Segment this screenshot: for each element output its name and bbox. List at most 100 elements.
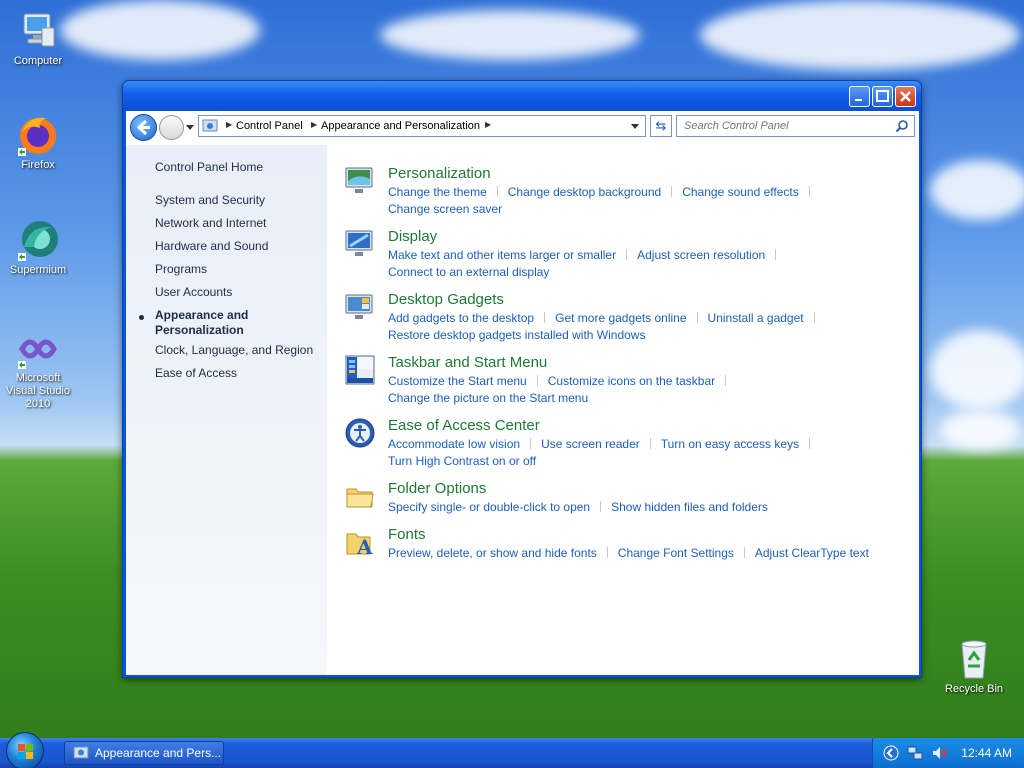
taskbar: Appearance and Pers... 12:44 AM	[0, 732, 1024, 768]
breadcrumb-control-panel[interactable]: Control Panel	[236, 120, 303, 132]
taskbar-and-start-menu-title[interactable]: Taskbar and Start Menu	[388, 354, 547, 371]
control-panel-window: ▶ Control Panel ▶ Appearance and Persona…	[122, 80, 922, 678]
recent-pages-dropdown[interactable]	[186, 125, 194, 130]
breadcrumb-appearance-and-personalization[interactable]: Appearance and Personalization	[321, 120, 480, 132]
desktop-gadgets-links: Add gadgets to the desktop Get more gadge…	[388, 310, 898, 344]
high-contrast-link[interactable]: Turn High Contrast on or off	[388, 454, 536, 468]
change-desktop-background-link[interactable]: Change desktop background	[508, 185, 661, 199]
personalization-title[interactable]: Personalization	[388, 165, 491, 182]
sidebar-item-hardware-and-sound[interactable]: Hardware and Sound	[155, 239, 268, 254]
desktop-icon-firefox[interactable]: Firefox	[0, 112, 76, 172]
system-clock[interactable]: 12:44 AM	[961, 746, 1012, 760]
desktop-gadgets-title[interactable]: Desktop Gadgets	[388, 291, 504, 308]
fonts-links: Preview, delete, or show and hide fonts C…	[388, 545, 898, 562]
desktop-icon-label: Computer	[13, 55, 63, 67]
single-double-click-link[interactable]: Specify single- or double-click to open	[388, 500, 590, 514]
active-item-bullet-icon	[139, 315, 144, 320]
windows-logo-icon	[18, 744, 33, 759]
ease-of-access-center-title[interactable]: Ease of Access Center	[388, 417, 540, 434]
display-icon	[345, 230, 373, 256]
taskbar-window-label: Appearance and Pers...	[95, 746, 222, 760]
desktop-icon-recycle-bin[interactable]: Recycle Bin	[936, 636, 1012, 696]
title-bar[interactable]	[123, 81, 921, 111]
connect-external-display-link[interactable]: Connect to an external display	[388, 265, 549, 279]
search-input[interactable]	[677, 116, 887, 136]
sidebar-item-network-and-internet[interactable]: Network and Internet	[155, 216, 266, 231]
close-icon	[900, 91, 911, 102]
svg-text:A: A	[356, 535, 373, 558]
refresh-button[interactable]: ⇆	[650, 115, 672, 137]
control-panel-icon	[202, 119, 218, 132]
change-the-theme-link[interactable]: Change the theme	[388, 185, 487, 199]
breadcrumb-separator-icon: ▶	[226, 120, 233, 129]
refresh-icon: ⇆	[655, 118, 667, 133]
address-dropdown-icon[interactable]	[631, 124, 639, 129]
desktop-icon-label: Recycle Bin	[944, 683, 1004, 695]
preview-fonts-link[interactable]: Preview, delete, or show and hide fonts	[388, 546, 597, 560]
breadcrumb-separator-icon: ▶	[485, 120, 492, 129]
desktop-icon-label: Microsoft Visual Studio 2010	[5, 372, 70, 410]
sidebar-item-ease-of-access[interactable]: Ease of Access	[155, 366, 237, 381]
system-tray: 12:44 AM	[872, 738, 1024, 768]
use-screen-reader-link[interactable]: Use screen reader	[541, 437, 640, 451]
control-panel-icon	[73, 746, 89, 759]
recycle-bin-icon	[952, 636, 996, 680]
accommodate-low-vision-link[interactable]: Accommodate low vision	[388, 437, 520, 451]
address-bar[interactable]: ▶ Control Panel ▶ Appearance and Persona…	[198, 115, 646, 137]
sidebar-item-system-and-security[interactable]: System and Security	[155, 193, 265, 208]
make-text-larger-link[interactable]: Make text and other items larger or smal…	[388, 248, 616, 262]
show-hidden-icons-icon[interactable]	[883, 745, 899, 761]
taskbar-window-button[interactable]: Appearance and Pers...	[64, 741, 224, 765]
desktop-icon-computer[interactable]: Computer	[0, 8, 76, 68]
taskbar-icon	[345, 355, 375, 385]
show-hidden-files-link[interactable]: Show hidden files and folders	[611, 500, 768, 514]
folder-options-icon	[346, 488, 374, 508]
close-button[interactable]	[895, 86, 916, 107]
folder-options-links: Specify single- or double-click to open S…	[388, 499, 898, 516]
change-start-menu-picture-link[interactable]: Change the picture on the Start menu	[388, 391, 588, 405]
sidebar-item-programs[interactable]: Programs	[155, 262, 207, 277]
start-button[interactable]	[6, 732, 44, 768]
desktop-gadgets-icon	[345, 294, 373, 319]
breadcrumb-separator-icon: ▶	[311, 120, 318, 129]
change-screen-saver-link[interactable]: Change screen saver	[388, 202, 502, 216]
folder-options-title[interactable]: Folder Options	[388, 480, 486, 497]
search-icon[interactable]	[895, 119, 909, 133]
restore-gadgets-link[interactable]: Restore desktop gadgets installed with W…	[388, 328, 645, 342]
minimize-button[interactable]	[849, 86, 870, 107]
search-box[interactable]	[676, 115, 915, 137]
back-button[interactable]	[130, 114, 157, 141]
adjust-cleartype-link[interactable]: Adjust ClearType text	[755, 546, 869, 560]
left-navigation-pane: Control Panel Home System and Security N…	[126, 145, 327, 675]
change-sound-effects-link[interactable]: Change sound effects	[682, 185, 799, 199]
desktop-icon-visual-studio[interactable]: Microsoft Visual Studio 2010	[0, 325, 76, 411]
personalization-links: Change the theme Change desktop backgroun…	[388, 184, 898, 218]
sidebar-item-user-accounts[interactable]: User Accounts	[155, 285, 232, 300]
get-more-gadgets-link[interactable]: Get more gadgets online	[555, 311, 686, 325]
supermium-icon	[16, 217, 60, 261]
volume-muted-icon[interactable]	[931, 745, 947, 761]
sidebar-item-clock-language-region[interactable]: Clock, Language, and Region	[155, 343, 313, 358]
customize-taskbar-icons-link[interactable]: Customize icons on the taskbar	[548, 374, 715, 388]
content-area: Control Panel Home System and Security N…	[126, 145, 919, 675]
display-title[interactable]: Display	[388, 228, 437, 245]
add-gadgets-link[interactable]: Add gadgets to the desktop	[388, 311, 534, 325]
ease-of-access-icon	[345, 418, 375, 448]
sidebar-item-appearance-and-personalization[interactable]: Appearance and Personalization	[155, 308, 275, 338]
fonts-title[interactable]: Fonts	[388, 526, 426, 543]
desktop-icon-supermium[interactable]: Supermium	[0, 217, 76, 277]
computer-icon	[16, 8, 60, 52]
personalization-icon	[345, 167, 373, 193]
maximize-icon	[876, 90, 889, 102]
easy-access-keys-link[interactable]: Turn on easy access keys	[661, 437, 799, 451]
control-panel-home-link[interactable]: Control Panel Home	[155, 160, 263, 175]
forward-button[interactable]	[159, 115, 184, 140]
network-icon[interactable]	[907, 745, 923, 761]
maximize-button[interactable]	[872, 86, 893, 107]
ease-of-access-links: Accommodate low vision Use screen reader T…	[388, 436, 898, 470]
minimize-icon	[855, 99, 862, 101]
customize-start-menu-link[interactable]: Customize the Start menu	[388, 374, 527, 388]
adjust-screen-resolution-link[interactable]: Adjust screen resolution	[637, 248, 765, 262]
uninstall-gadget-link[interactable]: Uninstall a gadget	[708, 311, 804, 325]
change-font-settings-link[interactable]: Change Font Settings	[618, 546, 734, 560]
